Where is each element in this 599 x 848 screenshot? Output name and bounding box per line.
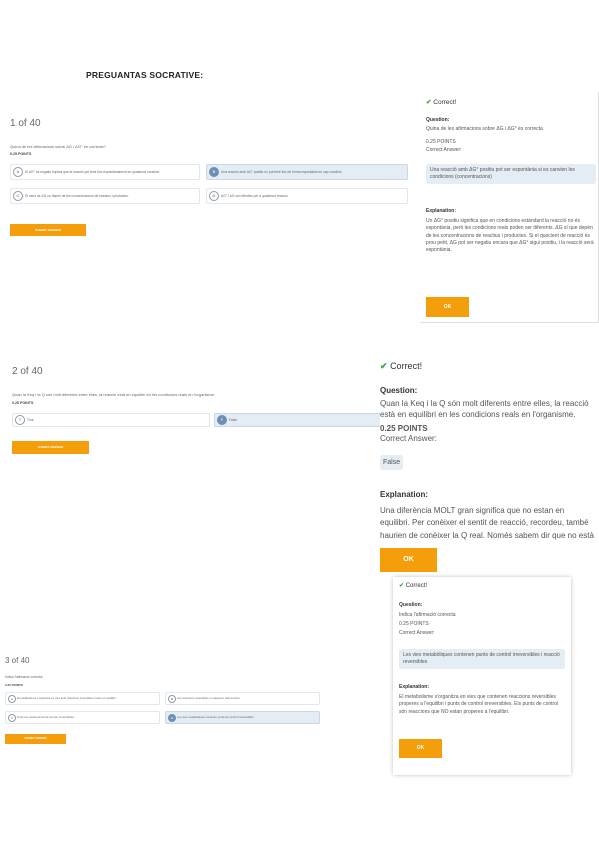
answer-option-b[interactable]: B Una reacció amb ΔG° positiu no pot ten…: [206, 164, 408, 180]
option-letter: B: [168, 694, 176, 703]
question-3: 3 of 40 Indica l'afirmació correcta: 0.2…: [5, 656, 325, 746]
question-points: 0.25 POINTS: [5, 683, 23, 687]
question-label: Question:: [426, 117, 450, 123]
explanation-text: El metabolisme s'organitza en vies que c…: [399, 694, 559, 715]
correct-answer-label: Correct Answer:: [399, 630, 435, 636]
question-text: Quan la Keq i la Q són molt diferents en…: [12, 392, 216, 397]
question-counter: 3 of 40: [5, 656, 30, 665]
answer-option-d[interactable]: D ΔG° i ΔG són idèntics per a qualsevol …: [206, 188, 408, 204]
question-1: 1 of 40 Quina de les afirmacions sobre Δ…: [10, 118, 408, 243]
explanation-label: Explanation:: [426, 208, 457, 214]
question-points: 0.25 POINTS: [380, 424, 428, 433]
explanation-label: Explanation:: [399, 684, 430, 690]
submit-answer-button[interactable]: SUBMIT ANSWER: [10, 224, 86, 236]
submit-answer-button[interactable]: SUBMIT ANSWER: [12, 441, 89, 454]
page-title: PREGUANTAS SOCRATIVE:: [86, 70, 204, 80]
question-text: Quan la Keq i la Q són molt diferents en…: [380, 399, 589, 420]
check-icon: ✔: [426, 99, 432, 106]
question-text: Quina de les afirmacions sobre ΔG i ΔG° …: [10, 144, 106, 149]
feedback-panel-1: ✔ Correct! Question: Quina de les afirma…: [420, 92, 599, 323]
feedback-panel-2: ✔ Correct! Question: Quan la Keq i la Q …: [380, 355, 599, 577]
correct-heading: ✔ Correct!: [399, 583, 428, 589]
question-text: Quina de les afirmacions sobre ΔG i ΔG° …: [426, 126, 543, 132]
submit-answer-button[interactable]: SUBMIT ANSWER: [5, 734, 66, 744]
option-letter: B: [209, 167, 219, 177]
option-text: Les vies metabòliques contenen punts de …: [177, 714, 255, 719]
answer-option-true[interactable]: T True: [12, 413, 210, 427]
answer-option-c[interactable]: C El valor de ΔG no depèn de les concent…: [10, 188, 200, 204]
question-text: Indica l'afirmació correcta: [399, 612, 456, 618]
question-2: 2 of 40 Quan la Keq i la Q són molt dife…: [12, 366, 384, 466]
correct-answer-label: Correct Answer:: [380, 434, 437, 443]
ok-button[interactable]: OK: [426, 297, 469, 317]
option-letter: C: [13, 191, 23, 201]
question-points: 0.25 POINTS: [10, 152, 32, 156]
feedback-panel-3: ✔ Correct! Question: Indica l'afirmació …: [393, 577, 571, 775]
ok-button[interactable]: OK: [380, 548, 437, 572]
answer-option-d[interactable]: D Les vies metabòliques contenen punts d…: [165, 711, 320, 724]
option-text: El metabolisme s'organitza en vies amb r…: [17, 695, 117, 700]
answer-option-c[interactable]: C Totes les reaccions d'una via són irre…: [5, 711, 160, 724]
answer-option-false[interactable]: F False: [214, 413, 384, 427]
option-letter: C: [8, 713, 16, 722]
option-text: False: [229, 417, 238, 422]
question-text: Indica l'afirmació correcta:: [5, 675, 44, 679]
question-points: 0.25 POINTS: [426, 139, 456, 145]
question-points: 0.25 POINTS: [399, 621, 429, 627]
correct-answer-box: False: [380, 455, 404, 470]
option-text: ΔG° i ΔG són idèntics per a qualsevol re…: [221, 193, 289, 198]
check-icon: ✔: [399, 583, 405, 589]
answer-option-a[interactable]: A Si ΔG° és negatiu implica que la reacc…: [10, 164, 200, 180]
question-counter: 1 of 40: [10, 118, 41, 129]
explanation-text: Una diferència MOLT gran significa que n…: [380, 506, 594, 540]
explanation-label: Explanation:: [380, 490, 429, 499]
option-letter: A: [8, 694, 16, 703]
option-text: Si ΔG° és negatiu implica que la reacció…: [25, 169, 161, 174]
correct-answer-box: Una reacció amb ΔG° positiu pot ser espo…: [426, 164, 596, 184]
option-text: Les reaccions reversibles no depenen del…: [177, 695, 241, 700]
explanation-text: Un ΔG° positiu significa que en condicio…: [426, 218, 594, 253]
option-letter: D: [168, 713, 176, 722]
option-letter: T: [15, 415, 25, 425]
answer-option-a[interactable]: A El metabolisme s'organitza en vies amb…: [5, 692, 160, 705]
correct-answer-label: Correct Answer:: [426, 147, 462, 153]
option-text: El valor de ΔG no depèn de les concentra…: [25, 193, 129, 198]
question-label: Question:: [380, 386, 418, 395]
option-text: Una reacció amb ΔG° positiu no pot tenir…: [221, 169, 343, 174]
ok-button[interactable]: OK: [399, 739, 442, 758]
question-label: Question:: [399, 602, 423, 608]
correct-answer-box: Les vies metabòliques contenen punts de …: [399, 649, 565, 669]
check-icon: ✔: [380, 361, 388, 371]
option-text: Totes les reaccions d'una via són irreve…: [17, 714, 75, 719]
option-letter: D: [209, 191, 219, 201]
question-counter: 2 of 40: [12, 366, 43, 377]
question-points: 0.25 POINTS: [12, 401, 34, 405]
answer-option-b[interactable]: B Les reaccions reversibles no depenen d…: [165, 692, 320, 705]
option-text: True: [27, 417, 34, 422]
option-letter: A: [13, 167, 23, 177]
correct-heading: ✔ Correct!: [426, 99, 457, 106]
correct-heading: ✔ Correct!: [380, 361, 423, 371]
option-letter: F: [217, 415, 227, 425]
